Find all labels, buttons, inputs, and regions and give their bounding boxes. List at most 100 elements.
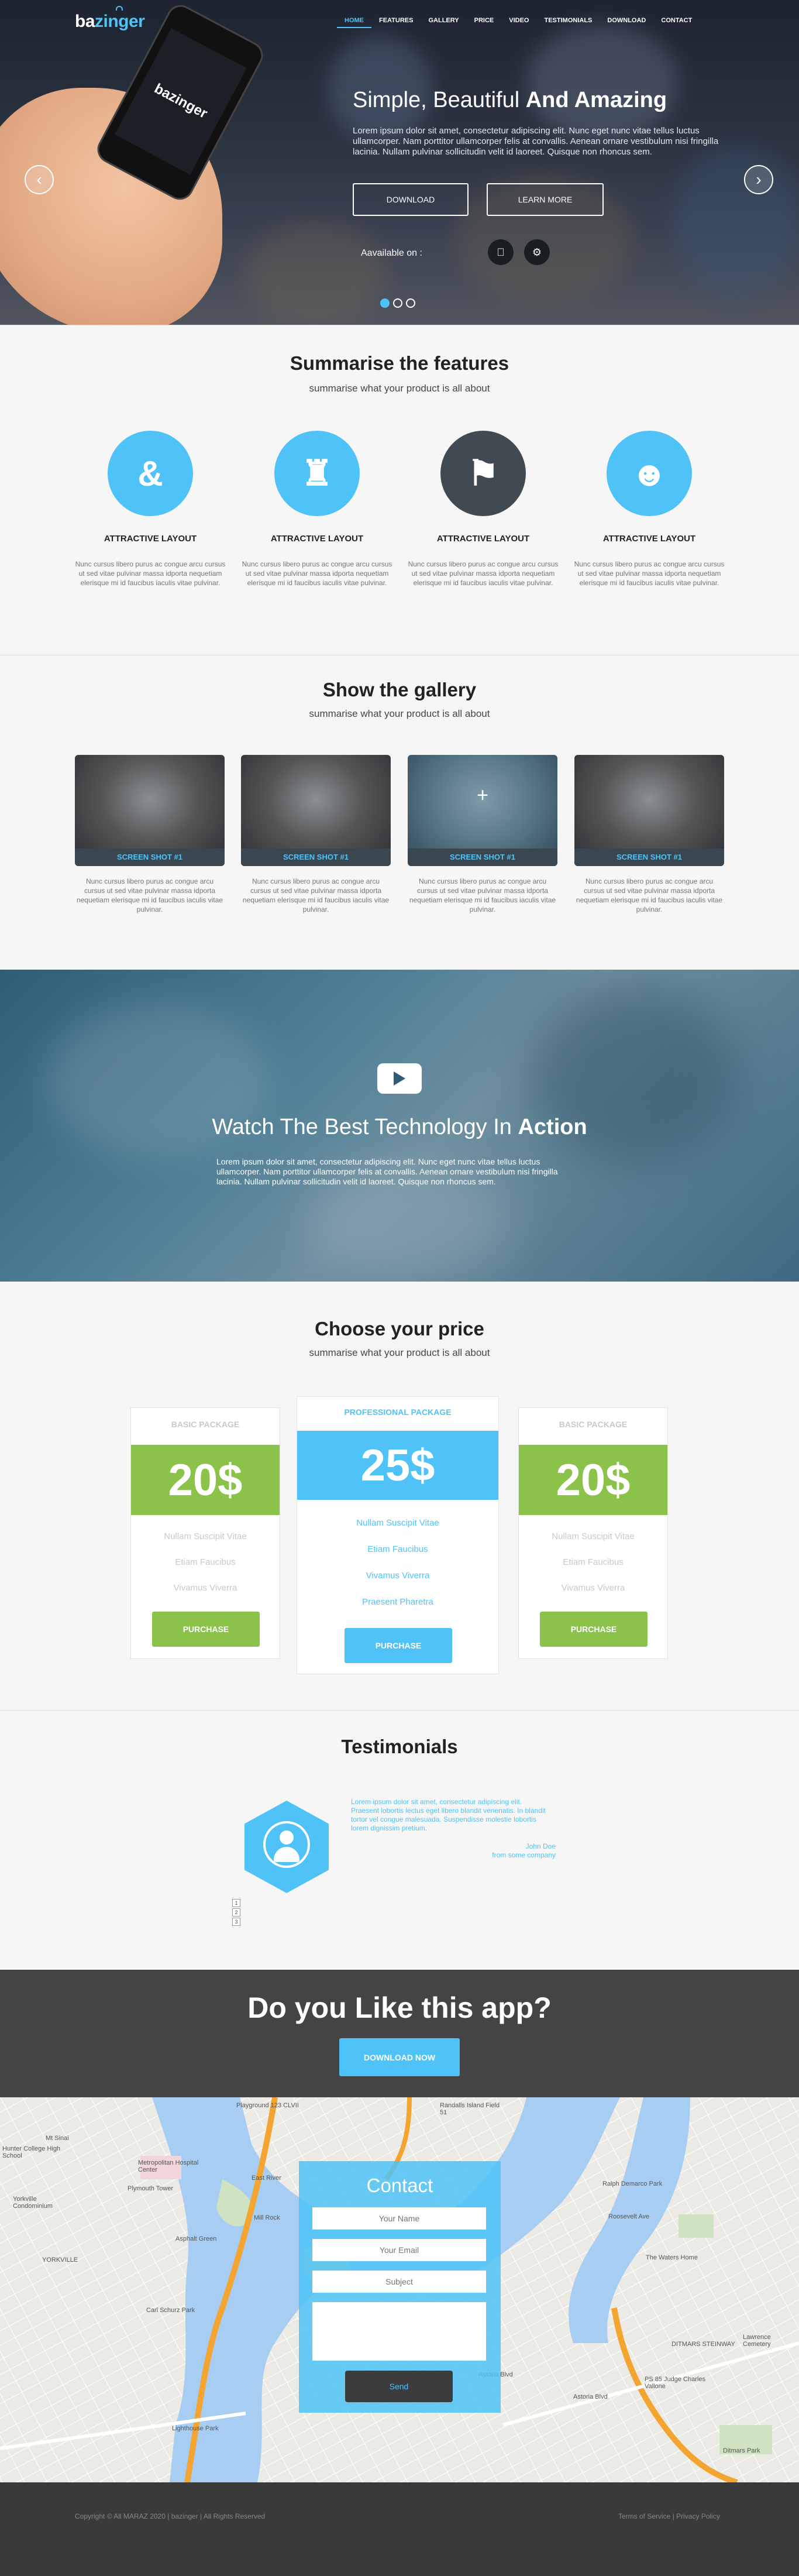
feature-heading: ATTRACTIVE LAYOUT xyxy=(436,534,530,544)
email-input[interactable] xyxy=(312,2239,486,2261)
gallery-caption: SCREEN SHOT #1 xyxy=(574,849,724,866)
plan-feature: Vivamus Viverra xyxy=(561,1583,625,1593)
map-label: Plymouth Tower xyxy=(128,2185,174,2192)
purchase-button[interactable]: PURCHASE xyxy=(152,1612,260,1647)
cta-section xyxy=(0,1970,799,2097)
features-title: Summarise the features xyxy=(290,352,509,374)
pricing-title: Choose your price xyxy=(315,1318,484,1339)
nav-link-video[interactable]: VIDEO xyxy=(501,16,536,28)
purchase-button[interactable]: PURCHASE xyxy=(540,1612,648,1647)
send-button[interactable]: Send xyxy=(345,2371,453,2402)
prev-slide-button[interactable]: ‹ xyxy=(25,165,54,194)
nav-link-home[interactable]: HOME xyxy=(337,16,371,28)
logo[interactable]: bazinger xyxy=(75,12,145,32)
gallery-screenshot[interactable]: SCREEN SHOT #1 xyxy=(241,755,391,866)
gallery-text: Nunc cursus libero purus ac congue arcu … xyxy=(576,877,723,913)
slide-dot[interactable] xyxy=(380,298,390,308)
plan-feature: Nullam Suscipit Vitae xyxy=(552,1531,635,1541)
footer-links[interactable]: Terms of Service | Privacy Policy xyxy=(618,2512,720,2520)
plan-name: PROFESSIONAL PACKAGE xyxy=(344,1407,452,1417)
testimonial-quote: Lorem ipsum dolor sit amet, consectetur … xyxy=(351,1798,546,1832)
ampersand-icon: & xyxy=(108,431,193,516)
play-button[interactable] xyxy=(377,1063,422,1094)
map-label: Carl Schurz Park xyxy=(146,2307,195,2314)
plan-price: 20$ xyxy=(519,1445,667,1515)
learn-more-button[interactable]: LEARN MORE xyxy=(487,183,604,216)
feature-text: Nunc cursus libero purus ac congue arcu … xyxy=(408,560,559,587)
gallery-screenshot[interactable]: SCREEN SHOT #1 xyxy=(574,755,724,866)
hero-section: bazinger bazinger HOME FEATURES GALLERY PRI… xyxy=(0,0,799,325)
pricing-subtitle: summarise what your product is all about xyxy=(309,1347,490,1358)
gallery-screenshot[interactable]: SCREEN SHOT #1 xyxy=(75,755,225,866)
video-text: Lorem ipsum dolor sit amet, consectetur … xyxy=(216,1157,558,1186)
pager-item[interactable]: 2 xyxy=(232,1908,240,1916)
slide-dot[interactable] xyxy=(393,298,402,308)
gallery-subtitle: summarise what your product is all about xyxy=(309,708,490,719)
nav-link-download[interactable]: DOWNLOAD xyxy=(600,16,653,28)
zoom-plus-icon[interactable]: + xyxy=(408,784,557,807)
map-label: PS 85 Judge Charles Vallone xyxy=(645,2376,705,2390)
apple-icon[interactable]:  xyxy=(488,239,514,265)
map-label: Mill Rock xyxy=(254,2214,280,2221)
name-input[interactable] xyxy=(312,2207,486,2230)
map-label: Lighthouse Park xyxy=(172,2425,219,2432)
gallery-caption: SCREEN SHOT #1 xyxy=(408,849,557,866)
purchase-button[interactable]: PURCHASE xyxy=(345,1628,452,1663)
gallery-text: Nunc cursus libero purus ac congue arcu … xyxy=(242,877,390,913)
message-textarea[interactable] xyxy=(312,2302,486,2361)
next-slide-button[interactable]: › xyxy=(744,165,773,194)
slide-dot[interactable] xyxy=(406,298,415,308)
map-label: YORKVILLE xyxy=(42,2256,78,2264)
pager-item[interactable]: 3 xyxy=(232,1918,240,1926)
subject-input[interactable] xyxy=(312,2271,486,2293)
nav-link-testimonials[interactable]: TESTIMONIALS xyxy=(536,16,600,28)
map-label: Lawrence Cemetery xyxy=(743,2334,771,2348)
video-section: Watch The Best Technology In Action Lore… xyxy=(0,970,799,1282)
slide-indicators xyxy=(380,298,415,308)
download-now-button[interactable]: DOWNLOAD NOW xyxy=(339,2038,460,2076)
gallery-screenshot[interactable]: + SCREEN SHOT #1 xyxy=(408,755,557,866)
plan-price: 25$ xyxy=(297,1431,498,1500)
pager-item[interactable]: 1 xyxy=(232,1899,240,1907)
map-label: Metropolitan Hospital Center xyxy=(138,2159,199,2173)
available-label: Aavailable on : xyxy=(361,248,422,258)
testimonial-pager: 12 3 xyxy=(232,1899,240,1926)
nav-link-features[interactable]: FEATURES xyxy=(371,16,421,28)
pricing-card: PROFESSIONAL PACKAGE 25$ Nullam Suscipit V… xyxy=(297,1396,499,1674)
plan-feature: Etiam Faucibus xyxy=(175,1557,236,1567)
download-button[interactable]: DOWNLOAD xyxy=(353,183,469,216)
map-label: Astoria Blvd xyxy=(573,2393,608,2400)
plan-feature: Nullam Suscipit Vitae xyxy=(356,1518,439,1528)
plan-feature: Vivamus Viverra xyxy=(173,1583,237,1593)
map-label: Mt Sinai xyxy=(46,2135,69,2142)
phone-logo: bazinger xyxy=(151,80,211,122)
gallery-text: Nunc cursus libero purus ac congue arcu … xyxy=(76,877,223,913)
castle-icon: ♜ xyxy=(274,431,360,516)
nav-link-contact[interactable]: CONTACT xyxy=(653,16,700,28)
map-label: Yorkville Condominium xyxy=(13,2196,53,2210)
map-label: The Waters Home xyxy=(646,2254,698,2261)
nav-link-price[interactable]: PRICE xyxy=(467,16,502,28)
main-nav: HOME FEATURES GALLERY PRICE VIDEO TESTIMONIAL… xyxy=(337,16,700,28)
plan-feature: Nullam Suscipit Vitae xyxy=(164,1531,247,1541)
feature-text: Nunc cursus libero purus ac congue arcu … xyxy=(242,560,392,587)
plan-name: BASIC PACKAGE xyxy=(559,1420,628,1429)
feature-heading: ATTRACTIVE LAYOUT xyxy=(602,534,696,544)
android-icon[interactable]: ⚙ xyxy=(524,239,550,265)
plan-feature: Etiam Faucibus xyxy=(367,1544,428,1554)
gallery-caption: SCREEN SHOT #1 xyxy=(241,849,391,866)
feature-heading: ATTRACTIVE LAYOUT xyxy=(104,534,197,544)
features-subtitle: summarise what your product is all about xyxy=(309,383,490,394)
pricing-card: BASIC PACKAGE 20$ Nullam Suscipit Vitae Eti… xyxy=(130,1407,280,1659)
plan-feature: Praesent Pharetra xyxy=(362,1597,433,1607)
gallery-title: Show the gallery xyxy=(322,679,477,700)
gallery-text: Nunc cursus libero purus ac congue arcu … xyxy=(409,877,556,913)
testimonial-author: John Doe from some company xyxy=(492,1842,556,1859)
map-label: Asphalt Green xyxy=(175,2235,217,2242)
top-navbar: bazinger HOME FEATURES GALLERY PRICE VIDEO TE… xyxy=(0,0,799,41)
nav-link-gallery[interactable]: GALLERY xyxy=(421,16,466,28)
plan-feature: Vivamus Viverra xyxy=(366,1571,430,1581)
flag-icon: ⚑ xyxy=(440,431,526,516)
footer xyxy=(0,2482,799,2576)
video-title: Watch The Best Technology In Action xyxy=(212,1115,587,1139)
